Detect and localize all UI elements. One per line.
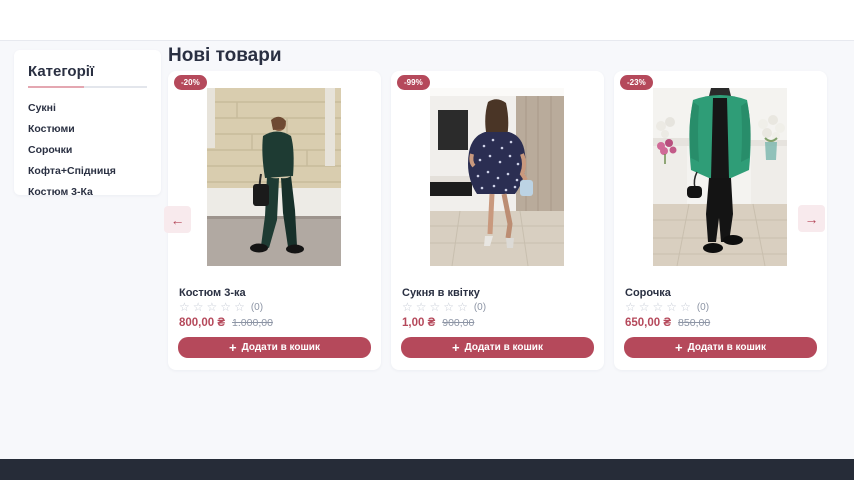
product-card: -99% xyxy=(391,71,604,370)
categories-panel: Категорії Сукні Костюми Сорочки Кофта+Сп… xyxy=(14,50,161,195)
plus-icon: + xyxy=(675,341,683,354)
add-to-cart-button[interactable]: + Додати в кошик xyxy=(178,337,371,358)
add-to-cart-button[interactable]: + Додати в кошик xyxy=(624,337,817,358)
star-icon: ☆ xyxy=(443,301,454,313)
current-price: 1,00 ₴ xyxy=(402,317,435,329)
header xyxy=(0,0,854,41)
star-icon: ☆ xyxy=(207,301,218,313)
price-row: 1,00 ₴ 900,00 xyxy=(402,317,474,329)
add-to-cart-label: Додати в кошик xyxy=(242,342,320,353)
star-icon: ☆ xyxy=(653,301,664,313)
carousel-prev-button[interactable]: ← xyxy=(164,206,191,233)
rating-count: (0) xyxy=(474,302,486,313)
plus-icon: + xyxy=(229,341,237,354)
product-image[interactable] xyxy=(207,88,341,266)
page: LOKO STUDIO Пошук UK ▾ Категорії Сук xyxy=(0,0,854,480)
rating-count: (0) xyxy=(697,302,709,313)
plus-icon: + xyxy=(452,341,460,354)
sidebar-item-dresses[interactable]: Сукні xyxy=(28,97,147,118)
product-title[interactable]: Сорочка xyxy=(625,287,671,299)
sidebar-item-sweater-skirt[interactable]: Кофта+Спідниця xyxy=(28,160,147,181)
page-title: Нові товари xyxy=(168,45,282,67)
rating-stars: ☆ ☆ ☆ ☆ ☆ (0) xyxy=(402,301,486,313)
current-price: 800,00 ₴ xyxy=(179,317,225,329)
star-icon: ☆ xyxy=(179,301,190,313)
discount-badge: -20% xyxy=(174,75,207,90)
star-icon: ☆ xyxy=(457,301,468,313)
star-icon: ☆ xyxy=(430,301,441,313)
sidebar-item-suit-3piece[interactable]: Костюм 3-Ка xyxy=(28,181,147,202)
add-to-cart-label: Додати в кошик xyxy=(465,342,543,353)
star-icon: ☆ xyxy=(234,301,245,313)
discount-badge: -99% xyxy=(397,75,430,90)
carousel-next-button[interactable]: → xyxy=(798,205,825,232)
rating-count: (0) xyxy=(251,302,263,313)
star-icon: ☆ xyxy=(220,301,231,313)
add-to-cart-label: Додати в кошик xyxy=(688,342,766,353)
add-to-cart-button[interactable]: + Додати в кошик xyxy=(401,337,594,358)
star-icon: ☆ xyxy=(680,301,691,313)
star-icon: ☆ xyxy=(402,301,413,313)
categories-title: Категорії xyxy=(28,63,147,80)
product-title[interactable]: Костюм 3-ка xyxy=(179,287,246,299)
old-price: 850,00 xyxy=(678,317,710,329)
current-price: 650,00 ₴ xyxy=(625,317,671,329)
price-row: 800,00 ₴ 1.000,00 xyxy=(179,317,273,329)
old-price: 1.000,00 xyxy=(232,317,273,329)
footer xyxy=(0,459,854,480)
categories-divider xyxy=(28,86,147,88)
star-icon: ☆ xyxy=(639,301,650,313)
product-card: -23% xyxy=(614,71,827,370)
product-title[interactable]: Сукня в квітку xyxy=(402,287,480,299)
rating-stars: ☆ ☆ ☆ ☆ ☆ (0) xyxy=(179,301,263,313)
rating-stars: ☆ ☆ ☆ ☆ ☆ (0) xyxy=(625,301,709,313)
star-icon: ☆ xyxy=(416,301,427,313)
star-icon: ☆ xyxy=(193,301,204,313)
arrow-right-icon: → xyxy=(805,211,819,227)
arrow-left-icon: ← xyxy=(171,212,185,228)
product-image[interactable] xyxy=(430,88,564,266)
old-price: 900,00 xyxy=(442,317,474,329)
star-icon: ☆ xyxy=(666,301,677,313)
price-row: 650,00 ₴ 850,00 xyxy=(625,317,710,329)
star-icon: ☆ xyxy=(625,301,636,313)
discount-badge: -23% xyxy=(620,75,653,90)
product-carousel: -20% xyxy=(168,71,827,370)
product-image[interactable] xyxy=(653,88,787,266)
product-card: -20% xyxy=(168,71,381,370)
sidebar-item-shirts[interactable]: Сорочки xyxy=(28,139,147,160)
sidebar-item-suits[interactable]: Костюми xyxy=(28,118,147,139)
